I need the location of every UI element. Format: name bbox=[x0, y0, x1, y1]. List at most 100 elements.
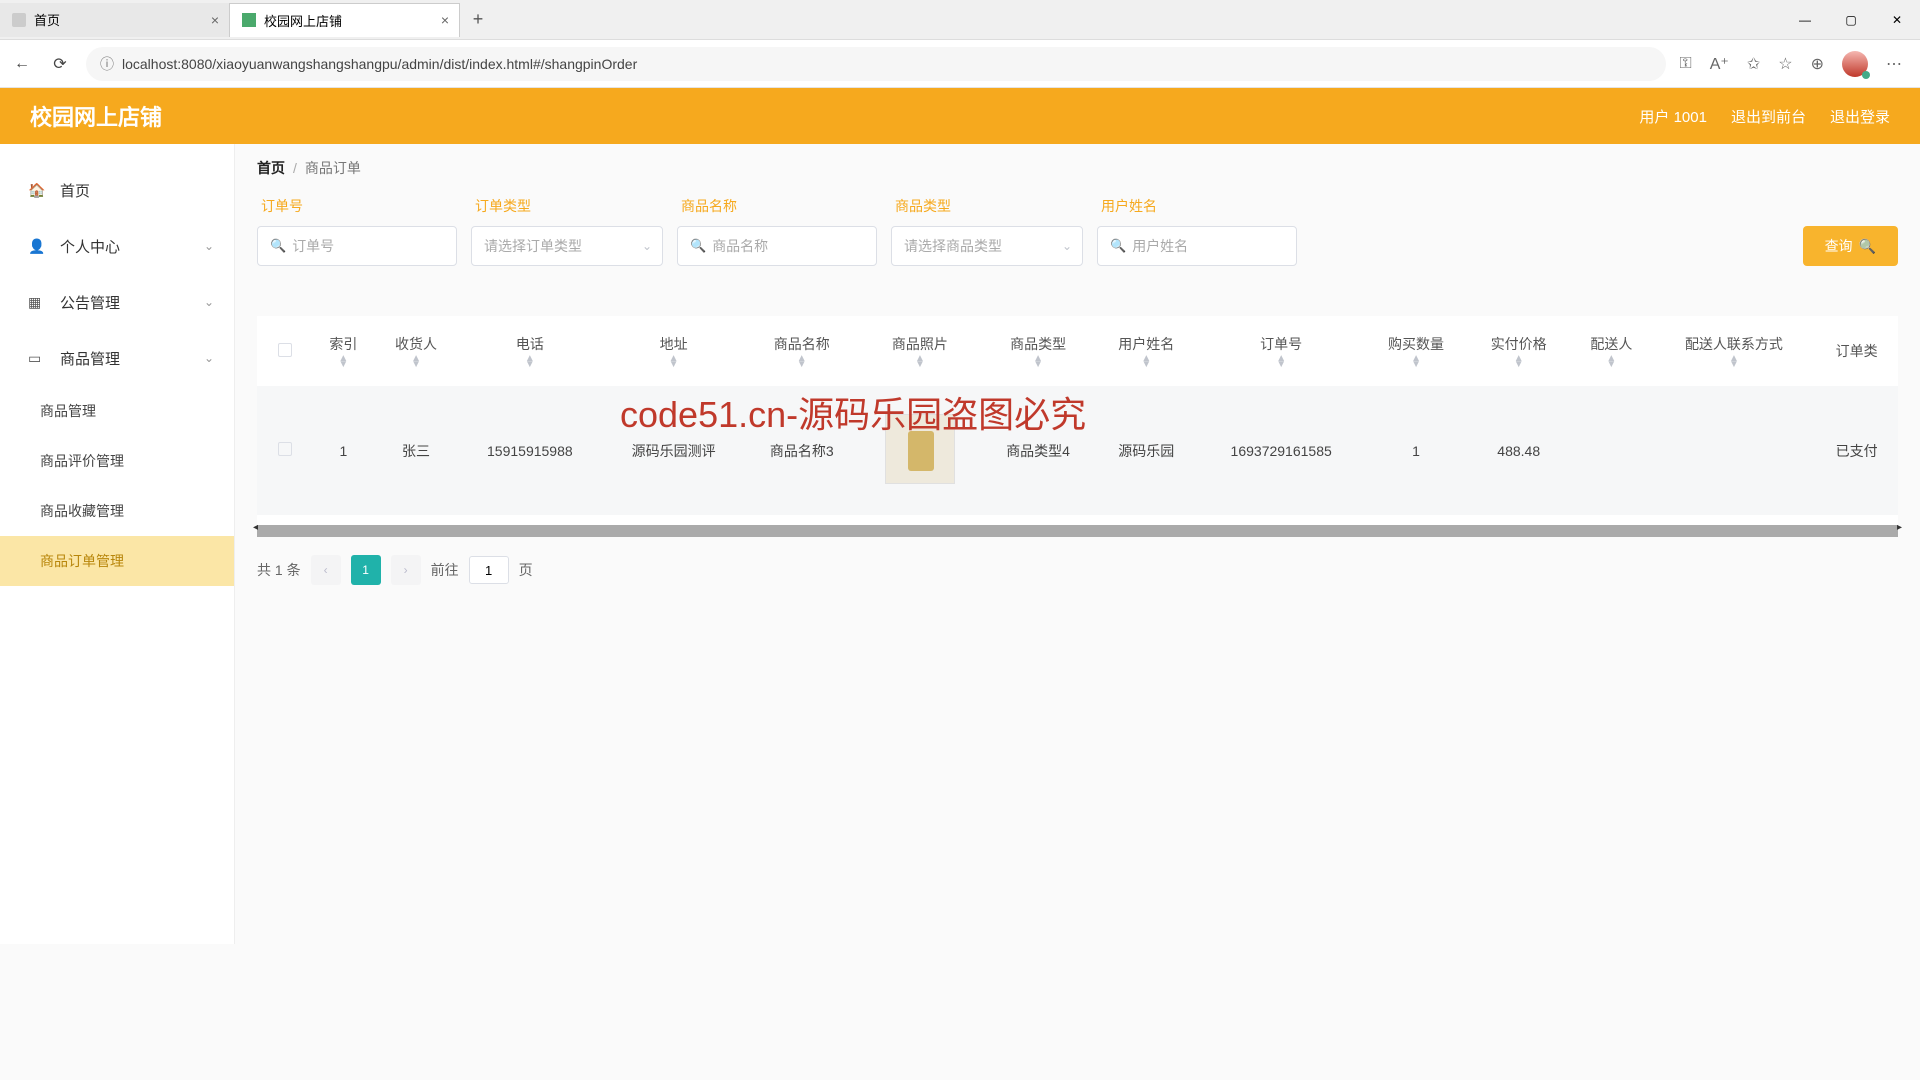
th-courier[interactable]: 配送人▲▼ bbox=[1570, 316, 1653, 386]
menu-icon[interactable]: ⋯ bbox=[1886, 54, 1902, 74]
sidebar-sub-product-collect[interactable]: 商品收藏管理 bbox=[0, 486, 234, 536]
sidebar-sub-product-manage[interactable]: 商品管理 bbox=[0, 386, 234, 436]
th-receiver[interactable]: 收货人▲▼ bbox=[375, 316, 458, 386]
th-courier-contact[interactable]: 配送人联系方式▲▼ bbox=[1653, 316, 1816, 386]
maximize-button[interactable]: ▢ bbox=[1828, 0, 1874, 40]
th-order-no[interactable]: 订单号▲▼ bbox=[1198, 316, 1365, 386]
chevron-down-icon: ⌄ bbox=[204, 351, 214, 365]
cell-qty: 1 bbox=[1365, 386, 1468, 515]
collections-icon[interactable]: ⊕ bbox=[1811, 54, 1824, 74]
th-address[interactable]: 地址▲▼ bbox=[602, 316, 745, 386]
key-icon[interactable]: ⚿ bbox=[1680, 55, 1692, 73]
th-product-name[interactable]: 商品名称▲▼ bbox=[745, 316, 859, 386]
th-user-name[interactable]: 用户姓名▲▼ bbox=[1095, 316, 1198, 386]
pagination: 共 1 条 ‹ 1 › 前往 页 bbox=[257, 555, 1898, 585]
search-bar: 订单号 🔍订单号 订单类型 请选择订单类型⌄ 商品名称 🔍商品名称 商品类型 请… bbox=[257, 196, 1898, 266]
app-header: 校园网上店铺 用户 1001 退出到前台 退出登录 bbox=[0, 88, 1920, 144]
sidebar-item-product[interactable]: ▭商品管理⌄ bbox=[0, 330, 234, 386]
logout-link[interactable]: 退出登录 bbox=[1830, 106, 1890, 127]
th-phone[interactable]: 电话▲▼ bbox=[457, 316, 602, 386]
prev-page-button[interactable]: ‹ bbox=[311, 555, 341, 585]
sidebar-item-notice[interactable]: ▦公告管理⌄ bbox=[0, 274, 234, 330]
row-checkbox[interactable] bbox=[278, 442, 292, 456]
notice-icon: ▦ bbox=[28, 294, 46, 311]
select-all-checkbox[interactable] bbox=[278, 343, 292, 357]
chevron-down-icon: ⌄ bbox=[204, 239, 214, 253]
goto-suffix: 页 bbox=[519, 560, 533, 580]
sidebar-item-home[interactable]: 🏠首页 bbox=[0, 162, 234, 218]
search-icon: 🔍 bbox=[270, 238, 286, 254]
cell-order-type: 已支付 bbox=[1815, 386, 1898, 515]
th-qty[interactable]: 购买数量▲▼ bbox=[1365, 316, 1468, 386]
th-index[interactable]: 索引▲▼ bbox=[312, 316, 375, 386]
address-bar: ← ⟳ ⓘ localhost:8080/xiaoyuanwangshangsh… bbox=[0, 40, 1920, 88]
close-button[interactable]: ✕ bbox=[1874, 0, 1920, 40]
page-icon bbox=[242, 13, 256, 27]
browser-tab-bar: 首页 × 校园网上店铺 × + — ▢ ✕ bbox=[0, 0, 1920, 40]
window-controls: — ▢ ✕ bbox=[1782, 0, 1920, 40]
search-icon: 🔍 bbox=[690, 238, 706, 254]
chevron-down-icon: ⌄ bbox=[204, 295, 214, 309]
table-row[interactable]: 1 张三 15915915988 源码乐园测评 商品名称3 商品类型4 源码乐园… bbox=[257, 386, 1898, 515]
read-aloud-icon[interactable]: A⁺ bbox=[1710, 54, 1729, 74]
star-icon[interactable]: ✩ bbox=[1747, 54, 1760, 74]
search-button[interactable]: 查询🔍 bbox=[1803, 226, 1898, 266]
user-icon: 👤 bbox=[28, 238, 46, 255]
th-product-photo[interactable]: 商品照片▲▼ bbox=[859, 316, 982, 386]
chevron-down-icon: ⌄ bbox=[1062, 239, 1072, 253]
label-product-name: 商品名称 bbox=[677, 196, 877, 216]
label-user-name: 用户姓名 bbox=[1097, 196, 1297, 216]
home-icon: 🏠 bbox=[28, 182, 46, 199]
label-product-type: 商品类型 bbox=[891, 196, 1083, 216]
label-order-type: 订单类型 bbox=[471, 196, 663, 216]
search-icon: 🔍 bbox=[1110, 238, 1126, 254]
product-name-input[interactable]: 🔍商品名称 bbox=[677, 226, 877, 266]
th-order-type[interactable]: 订单类 bbox=[1815, 316, 1898, 386]
sidebar: 🏠首页 👤个人中心⌄ ▦公告管理⌄ ▭商品管理⌄ 商品管理 商品评价管理 商品收… bbox=[0, 144, 235, 944]
user-name-input[interactable]: 🔍用户姓名 bbox=[1097, 226, 1297, 266]
tab-app[interactable]: 校园网上店铺 × bbox=[230, 3, 460, 37]
cell-address: 源码乐园测评 bbox=[602, 386, 745, 515]
favorites-icon[interactable]: ☆ bbox=[1778, 54, 1792, 74]
tab-label: 首页 bbox=[34, 10, 60, 29]
close-icon[interactable]: × bbox=[211, 12, 219, 28]
cell-product-name: 商品名称3 bbox=[745, 386, 859, 515]
horizontal-scrollbar[interactable] bbox=[257, 525, 1898, 537]
cell-order-no: 1693729161585 bbox=[1198, 386, 1365, 515]
cell-product-type: 商品类型4 bbox=[981, 386, 1095, 515]
breadcrumb: 首页/商品订单 bbox=[257, 158, 1898, 178]
info-icon: ⓘ bbox=[100, 54, 114, 74]
cell-courier bbox=[1570, 386, 1653, 515]
chevron-down-icon: ⌄ bbox=[642, 239, 652, 253]
profile-avatar[interactable] bbox=[1842, 51, 1868, 77]
app-title: 校园网上店铺 bbox=[30, 100, 162, 132]
goto-page-input[interactable] bbox=[469, 556, 509, 584]
to-front-link[interactable]: 退出到前台 bbox=[1731, 106, 1806, 127]
cell-price: 488.48 bbox=[1467, 386, 1570, 515]
search-icon: 🔍 bbox=[1859, 238, 1876, 255]
url-text: localhost:8080/xiaoyuanwangshangshangpu/… bbox=[122, 56, 637, 72]
page-button-1[interactable]: 1 bbox=[351, 555, 381, 585]
product-type-select[interactable]: 请选择商品类型⌄ bbox=[891, 226, 1083, 266]
url-input[interactable]: ⓘ localhost:8080/xiaoyuanwangshangshangp… bbox=[86, 47, 1666, 81]
cell-courier-contact bbox=[1653, 386, 1816, 515]
refresh-button[interactable]: ⟳ bbox=[48, 52, 72, 76]
th-price[interactable]: 实付价格▲▼ bbox=[1467, 316, 1570, 386]
new-tab-button[interactable]: + bbox=[460, 9, 496, 30]
order-no-input[interactable]: 🔍订单号 bbox=[257, 226, 457, 266]
tab-home[interactable]: 首页 × bbox=[0, 3, 230, 37]
th-product-type[interactable]: 商品类型▲▼ bbox=[981, 316, 1095, 386]
sidebar-sub-product-review[interactable]: 商品评价管理 bbox=[0, 436, 234, 486]
sidebar-sub-product-order[interactable]: 商品订单管理 bbox=[0, 536, 234, 586]
minimize-button[interactable]: — bbox=[1782, 0, 1828, 40]
total-count: 共 1 条 bbox=[257, 560, 301, 580]
order-table: 索引▲▼ 收货人▲▼ 电话▲▼ 地址▲▼ 商品名称▲▼ 商品照片▲▼ 商品类型▲… bbox=[257, 316, 1898, 537]
back-button[interactable]: ← bbox=[10, 52, 34, 76]
toolbar-right: ⚿ A⁺ ✩ ☆ ⊕ ⋯ bbox=[1680, 51, 1902, 77]
sidebar-item-profile[interactable]: 👤个人中心⌄ bbox=[0, 218, 234, 274]
user-label[interactable]: 用户 1001 bbox=[1639, 106, 1707, 127]
label-order-no: 订单号 bbox=[257, 196, 457, 216]
close-icon[interactable]: × bbox=[441, 12, 449, 28]
order-type-select[interactable]: 请选择订单类型⌄ bbox=[471, 226, 663, 266]
next-page-button[interactable]: › bbox=[391, 555, 421, 585]
